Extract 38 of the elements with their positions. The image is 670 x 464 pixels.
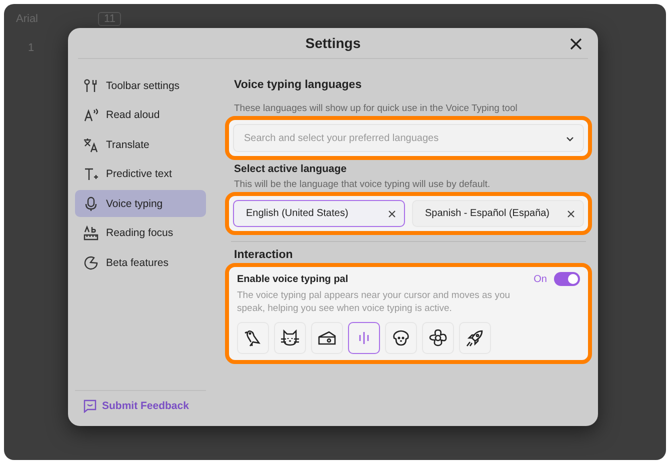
sidebar-item[interactable]: Translate [75,131,206,158]
bird-icon [243,328,263,348]
section-heading: Interaction [234,249,294,261]
section-description: These languages will show up for quick use in the Voice Typing tool [234,103,518,114]
dialog-title: Settings [305,35,361,51]
section-heading: Voice typing languages [234,79,363,91]
submit-feedback-link[interactable]: Submit Feedback [83,399,189,413]
sidebar-item[interactable]: Toolbar settings [75,72,206,99]
feedback-icon [83,399,97,413]
setting-description: The voice typing pal appears near your cursor and moves as you speak, helping you see when voice typing is active. [237,290,512,316]
remove-icon[interactable] [388,210,396,218]
sidebar-item[interactable]: Predictive text [75,160,206,188]
toggle-switch[interactable] [554,272,580,286]
text-icon [83,166,99,182]
sidebar-item[interactable]: Read aloud [75,102,206,128]
rocket-icon [465,328,485,348]
remove-icon[interactable] [567,210,575,218]
pacman-icon [83,254,99,270]
sidebar-item[interactable]: Beta features [75,249,206,276]
tools-icon [83,78,99,94]
setting-title: Enable voice typing pal [237,274,350,284]
microphone-icon [83,196,99,212]
translate-icon [83,136,99,152]
language-option[interactable]: English (United States) [233,200,405,227]
language-option[interactable]: Spanish - Español (España) [412,200,584,227]
close-icon[interactable] [570,38,582,50]
sidebar-item[interactable]: Reading focus [75,220,206,246]
chevron-down-icon[interactable] [566,136,574,142]
section-heading: Select active language [234,163,348,175]
dog-icon [391,328,411,348]
toggle-state-label: On [534,274,547,284]
cat-icon [280,328,300,348]
ruler-icon [83,225,99,241]
flower-icon [428,328,448,348]
read-aloud-icon [83,107,99,123]
language-search-field[interactable]: Search and select your preferred languages [233,124,584,152]
section-description: This will be the language that voice typing will use by default. [234,179,492,190]
sidebar-item[interactable]: Voice typing [75,190,206,217]
